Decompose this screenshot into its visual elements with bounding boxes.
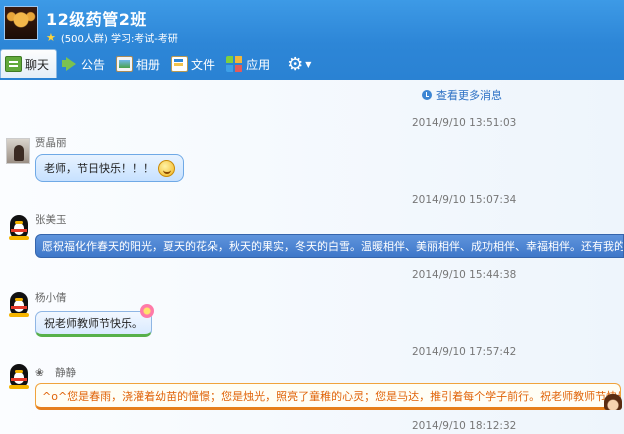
- sender-name: 杨小倩: [35, 292, 67, 304]
- tab-notice[interactable]: 公告: [57, 50, 112, 78]
- album-icon: [116, 56, 134, 72]
- message-text: 愿祝福化作春天的阳光，夏天的花朵，秋天的果实，冬天的白雪。温暖相伴、美丽相伴、成…: [42, 240, 624, 253]
- message-bubble: 老师，节日快乐！！！: [35, 154, 184, 182]
- message-bubble: 祝老师教师节快乐。: [35, 311, 152, 337]
- sender-name-row: ❀ 静静: [35, 365, 76, 380]
- folder-icon: [171, 56, 189, 72]
- avatar[interactable]: [6, 215, 30, 241]
- title-bar: 12级药管2班 ★ (500人群) 学习:考试-考研 聊天 公告 相册 文件 应…: [0, 0, 624, 80]
- tab-apps[interactable]: 应用: [222, 50, 277, 78]
- tab-files[interactable]: 文件: [167, 50, 222, 78]
- avatar[interactable]: [6, 364, 30, 390]
- message-bubble: ^o^您是春雨，浇灌着幼苗的憧憬；您是烛光，照亮了童稚的心灵；您是马达，推引着每…: [35, 383, 621, 410]
- avatar[interactable]: [6, 292, 30, 318]
- message-text: 老师，节日快乐！！！: [44, 162, 154, 175]
- tab-album-label: 相册: [136, 57, 161, 72]
- message-timestamp: 2014/9/10 18:12:32: [412, 420, 517, 432]
- chat-icon: [5, 56, 22, 72]
- message-timestamp: 2014/9/10 15:07:34: [412, 194, 517, 206]
- dropdown-arrow-icon: ▼: [305, 59, 312, 69]
- penguin-feet: [9, 236, 29, 240]
- smile-emoji-icon: [158, 159, 175, 177]
- group-info: (500人群) 学习:考试-考研: [60, 34, 178, 45]
- megaphone-icon: [61, 56, 78, 72]
- message-timestamp: 2014/9/10 13:51:03: [412, 117, 517, 129]
- scarf-decoration: [11, 229, 27, 232]
- group-info-row: ★ (500人群) 学习:考试-考研: [46, 30, 178, 45]
- tab-chat-label: 聊天: [25, 57, 50, 72]
- scarf-decoration: [11, 306, 27, 309]
- penguin-feet: [9, 385, 29, 389]
- view-more-link[interactable]: 查看更多消息: [422, 87, 502, 103]
- group-avatar[interactable]: [4, 6, 38, 40]
- message-timestamp: 2014/9/10 15:44:38: [412, 269, 517, 281]
- settings-menu-button[interactable]: ⚙ ▼: [287, 50, 311, 78]
- message-area[interactable]: 查看更多消息 2014/9/10 13:51:03 贾晶丽 老师，节日快乐！！！…: [0, 80, 624, 434]
- sender-name: 贾晶丽: [35, 137, 67, 149]
- tab-notice-label: 公告: [81, 57, 106, 72]
- apps-grid-icon: [226, 56, 244, 72]
- flower-decoration-icon: [140, 304, 154, 318]
- tab-bar: 聊天 公告 相册 文件 应用 ⚙ ▼: [0, 49, 311, 78]
- scarf-decoration: [11, 378, 27, 381]
- group-name: 12级药管2班: [46, 10, 147, 29]
- message-text: ^o^您是春雨，浇灌着幼苗的憧憬；您是烛光，照亮了童稚的心灵；您是马达，推引着每…: [42, 389, 621, 403]
- sender-name: 静静: [55, 367, 77, 379]
- avatar[interactable]: [6, 138, 30, 164]
- gear-icon: ⚙: [287, 53, 304, 75]
- penguin-feet: [9, 313, 29, 317]
- tab-files-label: 文件: [191, 57, 216, 72]
- sender-name: 张美玉: [35, 214, 67, 226]
- message-timestamp: 2014/9/10 17:57:42: [412, 346, 517, 358]
- message-text: 祝老师教师节快乐。: [44, 317, 143, 330]
- message-bubble: 愿祝福化作春天的阳光，夏天的花朵，秋天的果实，冬天的白雪。温暖相伴、美丽相伴、成…: [35, 234, 624, 258]
- tab-chat[interactable]: 聊天: [0, 49, 58, 78]
- clock-icon: [422, 90, 432, 100]
- sender-prefix: ❀: [35, 367, 44, 379]
- tab-apps-label: 应用: [246, 57, 271, 72]
- star-icon: ★: [46, 31, 56, 44]
- view-more-label: 查看更多消息: [436, 89, 502, 102]
- tab-album[interactable]: 相册: [112, 50, 167, 78]
- character-decoration-icon: [604, 394, 622, 410]
- group-chat-window: 12级药管2班 ★ (500人群) 学习:考试-考研 聊天 公告 相册 文件 应…: [0, 0, 624, 434]
